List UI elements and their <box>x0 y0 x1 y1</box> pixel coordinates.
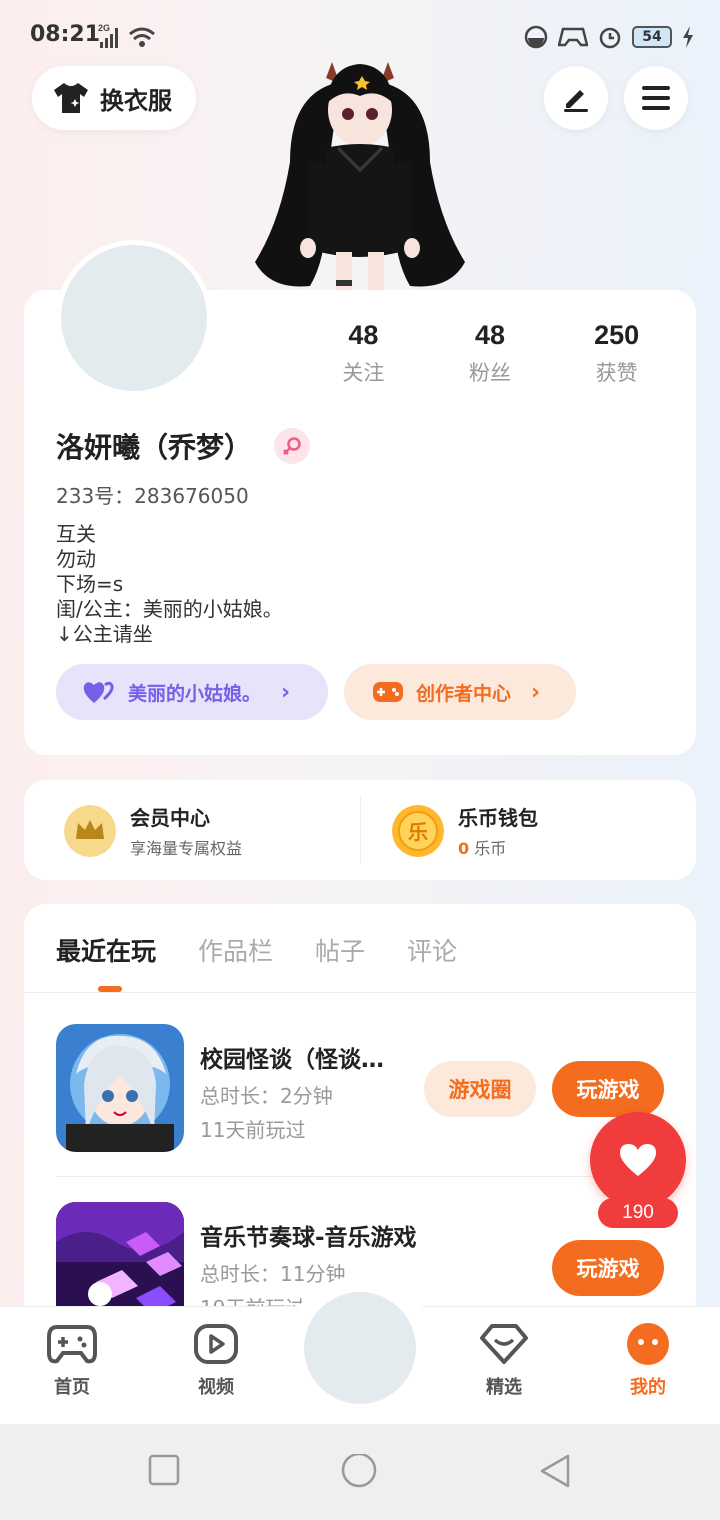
like-button[interactable] <box>590 1112 686 1208</box>
gamepad-icon <box>373 682 403 702</box>
chevron-right-icon: › <box>531 679 541 705</box>
alarm-icon <box>599 27 621 49</box>
play-game-button[interactable]: 玩游戏 <box>552 1061 664 1117</box>
game-title: 校园怪谈（怪谈… <box>200 1047 384 1073</box>
likes-label: 获赞 <box>595 361 638 385</box>
nav-mine[interactable]: 我的 <box>603 1323 693 1399</box>
tab-divider <box>24 992 696 993</box>
following-count: 48 <box>348 320 379 350</box>
nav-featured[interactable]: 精选 <box>459 1323 549 1399</box>
activity-card: 最近在玩 作品栏 帖子 评论 校园怪谈（怪谈… 总时长：2分钟 11天前玩过 游… <box>24 904 696 1330</box>
game-last-played: 11天前玩过 <box>200 1118 306 1142</box>
game-title: 音乐节奏球-音乐游戏 <box>200 1225 417 1251</box>
creator-center-button[interactable]: 创作者中心 › <box>344 664 576 720</box>
tab-posts[interactable]: 帖子 <box>315 932 365 968</box>
clock: 08:21 <box>30 22 101 47</box>
tab-works[interactable]: 作品栏 <box>198 932 273 968</box>
fans-count: 48 <box>474 320 506 350</box>
gamepad-icon <box>47 1325 97 1364</box>
nav-featured-label: 精选 <box>486 1377 522 1398</box>
game-duration: 总时长：11分钟 <box>200 1262 346 1286</box>
bio-line: 闺/公主：美丽的小姑娘。 <box>56 597 283 621</box>
creator-center-label: 创作者中心 <box>416 682 512 705</box>
nav-home[interactable]: 首页 <box>27 1323 117 1399</box>
divider <box>360 796 361 864</box>
nav-mine-label: 我的 <box>630 1377 666 1398</box>
relationship-tag-label: 美丽的小姑娘。 <box>128 682 262 705</box>
menu-button[interactable] <box>624 66 688 130</box>
member-center-subtitle: 享海量专属权益 <box>130 839 243 858</box>
charging-icon <box>683 26 693 48</box>
home-circle-icon[interactable] <box>340 1454 378 1492</box>
profile-tabs: 最近在玩 作品栏 帖子 评论 <box>56 932 457 968</box>
nav-video[interactable]: 视频 <box>171 1323 261 1399</box>
likes-count: 250 <box>594 320 640 350</box>
tab-comments[interactable]: 评论 <box>407 932 457 968</box>
shirt-icon <box>54 83 88 113</box>
app-status-icon <box>524 25 548 49</box>
wallet-entry[interactable]: 乐 乐币钱包 0 乐币 <box>392 802 538 859</box>
member-center-title: 会员中心 <box>130 806 210 830</box>
menu-icon <box>642 86 670 110</box>
nav-video-label: 视频 <box>198 1377 234 1398</box>
battery-indicator: 54 <box>632 26 672 48</box>
game-duration: 总时长：2分钟 <box>200 1084 333 1108</box>
fans-label: 粉丝 <box>469 361 511 385</box>
play-video-icon <box>194 1324 238 1364</box>
nav-home-label: 首页 <box>54 1377 90 1398</box>
member-center-entry[interactable]: 会员中心 享海量专属权益 <box>64 802 242 859</box>
stat-following[interactable]: 48 关注 <box>300 320 427 387</box>
following-label: 关注 <box>342 361 385 385</box>
nav-center-avatar[interactable] <box>304 1292 416 1404</box>
crown-icon <box>64 804 116 857</box>
recent-apps-icon[interactable] <box>148 1454 180 1486</box>
bio-line: 互关 <box>56 522 96 546</box>
coin-icon: 乐 <box>392 804 444 857</box>
change-outfit-button[interactable]: 换衣服 <box>32 66 196 130</box>
avatar[interactable] <box>56 240 212 396</box>
chevron-right-icon: › <box>281 679 291 705</box>
bio-line: 勿动 <box>56 547 96 571</box>
wallet-unit: 乐币 <box>474 839 507 858</box>
row-divider <box>56 1176 672 1177</box>
gamepad-status-icon <box>558 27 588 47</box>
system-navigation-bar <box>0 1424 720 1520</box>
member-wallet-card: 会员中心 享海量专属权益 乐 乐币钱包 0 乐币 <box>24 780 696 880</box>
change-outfit-label: 换衣服 <box>100 86 172 115</box>
wallet-title: 乐币钱包 <box>458 806 538 830</box>
heart-icon <box>620 1144 656 1176</box>
bio: 互关 勿动 下场=s 闺/公主：美丽的小姑娘。 ↓公主请坐 <box>56 522 283 647</box>
like-count: 190 <box>598 1198 678 1228</box>
bio-line: 下场=s <box>56 572 124 596</box>
tab-recent-played[interactable]: 最近在玩 <box>56 932 156 968</box>
pen-icon <box>564 90 588 112</box>
game-row[interactable]: 校园怪谈（怪谈… 总时长：2分钟 11天前玩过 游戏圈 玩游戏 <box>56 1024 676 1154</box>
name-row: 洛妍曦（乔梦） <box>56 426 311 466</box>
double-heart-icon <box>83 681 114 703</box>
heart-diamond-icon <box>480 1324 528 1364</box>
game-icon-campus-tales[interactable] <box>56 1024 184 1152</box>
username: 洛妍曦（乔梦） <box>56 431 253 464</box>
game-circle-button[interactable]: 游戏圈 <box>424 1061 536 1117</box>
bio-line: ↓公主请坐 <box>56 622 153 646</box>
stat-likes[interactable]: 250 获赞 <box>553 320 680 387</box>
stat-fans[interactable]: 48 粉丝 <box>427 320 554 387</box>
wallet-balance: 0 乐币 <box>458 835 538 859</box>
relationship-tag-button[interactable]: 美丽的小姑娘。 › <box>56 664 328 720</box>
network-type: 2G <box>98 23 110 33</box>
coin-icon-glyph: 乐 <box>408 820 428 844</box>
female-gender-icon <box>274 428 311 464</box>
character-avatar-image[interactable] <box>250 52 470 290</box>
profile-face-icon <box>627 1323 669 1365</box>
edit-profile-button[interactable] <box>544 66 608 130</box>
play-game-button[interactable]: 玩游戏 <box>552 1240 664 1296</box>
back-triangle-icon[interactable] <box>538 1454 572 1490</box>
user-id: 233号：283676050 <box>56 484 249 508</box>
wallet-amount: 0 <box>458 839 470 858</box>
profile-stats: 48 关注 48 粉丝 250 获赞 <box>300 320 680 387</box>
signal-icon: 2G <box>98 23 155 48</box>
